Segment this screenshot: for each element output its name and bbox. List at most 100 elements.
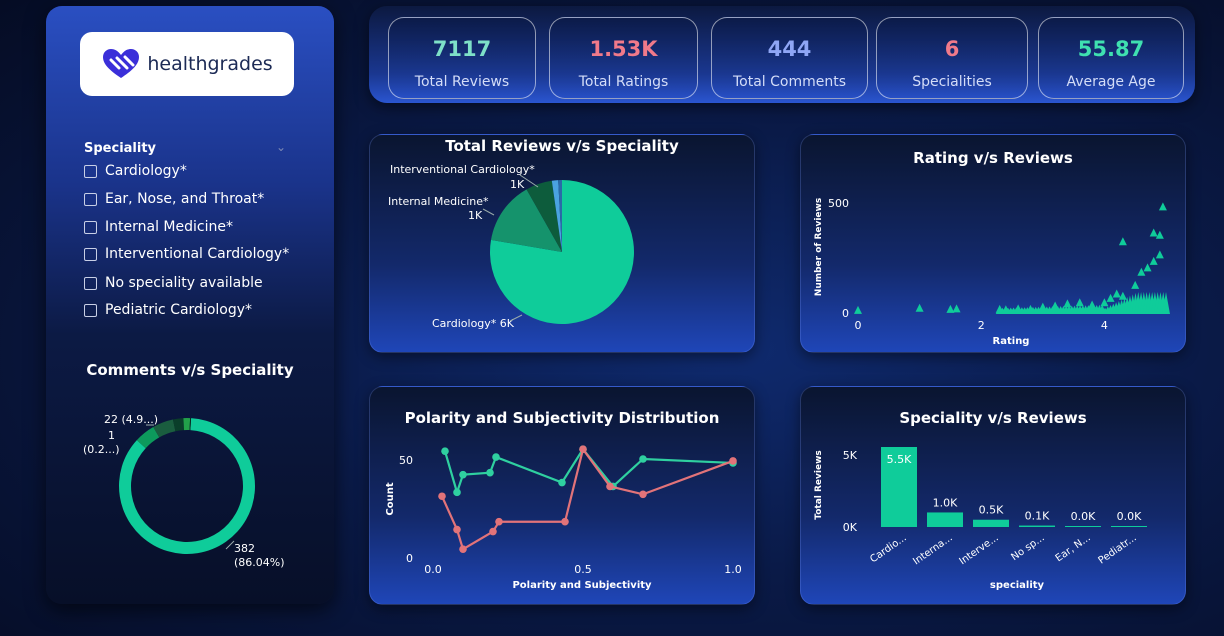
speciality-bar-chart[interactable]: 5.5K Cardio... 1.0K Interna... 0.5K Interve..… bbox=[801, 387, 1185, 604]
scatter-point bbox=[1112, 289, 1121, 298]
bar bbox=[927, 512, 963, 527]
x-tick-label: 2 bbox=[978, 319, 985, 332]
checkbox[interactable] bbox=[84, 247, 97, 261]
scatter-point bbox=[1155, 230, 1164, 239]
slicer-item-label: Pediatric Cardiology* bbox=[105, 302, 253, 318]
x-tick-label: No sp... bbox=[1009, 532, 1046, 563]
series-point bbox=[579, 445, 587, 453]
scatter-point bbox=[1088, 300, 1097, 309]
kpi-value: 1.53K bbox=[589, 37, 658, 61]
x-tick-label: Pediatr... bbox=[1097, 532, 1139, 566]
series-point bbox=[492, 453, 500, 461]
kpi-label: Total Comments bbox=[732, 74, 847, 90]
data-label: 0.1K bbox=[1025, 510, 1050, 523]
reviews-pie-chart[interactable]: Interventional Cardiology*1KInternal Med… bbox=[370, 135, 754, 352]
data-label: (0.2...) bbox=[83, 443, 120, 456]
slicer-item[interactable]: Cardiology* bbox=[84, 163, 187, 179]
series-point bbox=[441, 447, 449, 455]
scatter-point bbox=[1075, 298, 1084, 307]
chevron-down-icon[interactable]: ⌄ bbox=[276, 140, 286, 154]
x-tick-label: Cardio... bbox=[868, 532, 908, 565]
kpi-value: 7117 bbox=[432, 37, 492, 61]
x-tick-label: 4 bbox=[1101, 319, 1108, 332]
kpi-value: 6 bbox=[944, 37, 960, 61]
data-label: Interventional Cardiology* bbox=[390, 163, 535, 176]
data-label: 1 bbox=[108, 429, 115, 442]
x-axis-label: Polarity and Subjectivity bbox=[512, 580, 652, 591]
x-tick-label: 0.0 bbox=[424, 563, 442, 576]
data-label: Cardiology* 6K bbox=[432, 317, 515, 330]
scatter-point bbox=[1118, 237, 1127, 246]
kpi-card-total-reviews[interactable]: 7117 Total Reviews bbox=[388, 17, 536, 99]
comments-donut-chart[interactable]: 382(86.04%) 22 (4.9...) 1(0.2...) bbox=[46, 401, 334, 601]
polarity-line-chart[interactable]: 50 0 0.0 0.5 1.0 Polarity and Subjectivity Cou… bbox=[370, 387, 754, 604]
data-label: 1K bbox=[468, 209, 483, 222]
scatter-point bbox=[915, 303, 924, 312]
slicer-item-label: Interventional Cardiology* bbox=[105, 246, 290, 262]
bar bbox=[1111, 526, 1147, 527]
slicer-item[interactable]: Ear, Nose, and Throat* bbox=[84, 191, 264, 207]
series-point bbox=[639, 490, 647, 499]
data-label: 22 (4.9...) bbox=[104, 413, 158, 426]
slicer-item[interactable]: Internal Medicine* bbox=[84, 219, 233, 235]
healthgrades-logo: healthgrades bbox=[80, 32, 294, 96]
checkbox[interactable] bbox=[84, 220, 97, 234]
slicer-item[interactable]: Pediatric Cardiology* bbox=[84, 302, 252, 318]
kpi-label: Total Reviews bbox=[414, 74, 510, 90]
scatter-point bbox=[952, 304, 961, 313]
slicer-item[interactable]: Interventional Cardiology* bbox=[84, 246, 289, 262]
kpi-label: Average Age bbox=[1066, 74, 1156, 90]
kpi-card-total-ratings[interactable]: 1.53K Total Ratings bbox=[549, 17, 698, 99]
rating-scatter-chart[interactable]: 500 00 2 4 Rating Number of Reviews bbox=[801, 135, 1185, 352]
checkbox[interactable] bbox=[84, 303, 97, 317]
kpi-value: 444 bbox=[767, 37, 812, 61]
donut-slice bbox=[183, 418, 191, 431]
reviews-pie-card: Total Reviews v/s Speciality Interventio… bbox=[369, 134, 755, 353]
data-label: 382 bbox=[234, 542, 255, 555]
slicer-item[interactable]: No speciality available bbox=[84, 275, 263, 291]
y-tick-label: 500 bbox=[828, 197, 849, 210]
leader-line bbox=[225, 540, 235, 550]
logo-text: healthgrades bbox=[147, 53, 273, 75]
bar bbox=[973, 519, 1009, 527]
series-point bbox=[486, 468, 494, 477]
kpi-value: 55.87 bbox=[1077, 37, 1145, 61]
series-point bbox=[495, 517, 503, 526]
slicer-title: Speciality bbox=[84, 141, 157, 156]
leader-line bbox=[482, 208, 495, 216]
scatter-point bbox=[854, 305, 862, 314]
series-line bbox=[440, 446, 734, 551]
kpi-card-average-age[interactable]: 55.87 Average Age bbox=[1038, 17, 1184, 99]
scatter-point bbox=[1106, 293, 1115, 302]
y-axis-label: Count bbox=[385, 482, 396, 515]
kpi-strip: 7117 Total Reviews 1.53K Total Ratings 4… bbox=[369, 6, 1195, 103]
checkbox[interactable] bbox=[84, 192, 97, 206]
x-tick-label: Interve... bbox=[957, 532, 1000, 567]
chart-title: Comments v/s Speciality bbox=[86, 361, 294, 379]
rating-scatter-card: Rating v/s Reviews 500 0 0 2 4 Rating Number o… bbox=[800, 134, 1186, 353]
slicer-item-label: Cardiology* bbox=[105, 163, 187, 179]
speciality-bar-card: Speciality v/s Reviews 5.5K Cardio... 1.0K… bbox=[800, 386, 1186, 605]
series-point bbox=[438, 492, 446, 501]
series-point bbox=[459, 470, 467, 479]
checkbox[interactable] bbox=[84, 164, 97, 178]
data-label: 0.0K bbox=[1117, 510, 1142, 523]
y-axis-label: Total Reviews bbox=[814, 450, 824, 519]
data-label: 0.0K bbox=[1071, 510, 1096, 523]
kpi-card-total-comments[interactable]: 444 Total Comments bbox=[711, 17, 868, 99]
scatter-point bbox=[1158, 202, 1167, 211]
y-tick-label: 5K bbox=[843, 449, 858, 462]
scatter-point bbox=[1155, 250, 1164, 259]
y-tick-label: 50 bbox=[399, 454, 413, 467]
x-axis-label: speciality bbox=[990, 580, 1045, 591]
checkbox[interactable] bbox=[84, 276, 97, 290]
series-point bbox=[459, 545, 467, 553]
scatter-point bbox=[1038, 302, 1047, 311]
x-tick-label: Ear, N... bbox=[1054, 532, 1093, 564]
data-label: 1.0K bbox=[933, 496, 958, 509]
series-point bbox=[489, 527, 497, 536]
series-point bbox=[729, 457, 737, 465]
kpi-card-specialities[interactable]: 6 Specialities bbox=[876, 17, 1028, 99]
scatter-point bbox=[1137, 267, 1146, 276]
bar bbox=[1019, 525, 1055, 527]
